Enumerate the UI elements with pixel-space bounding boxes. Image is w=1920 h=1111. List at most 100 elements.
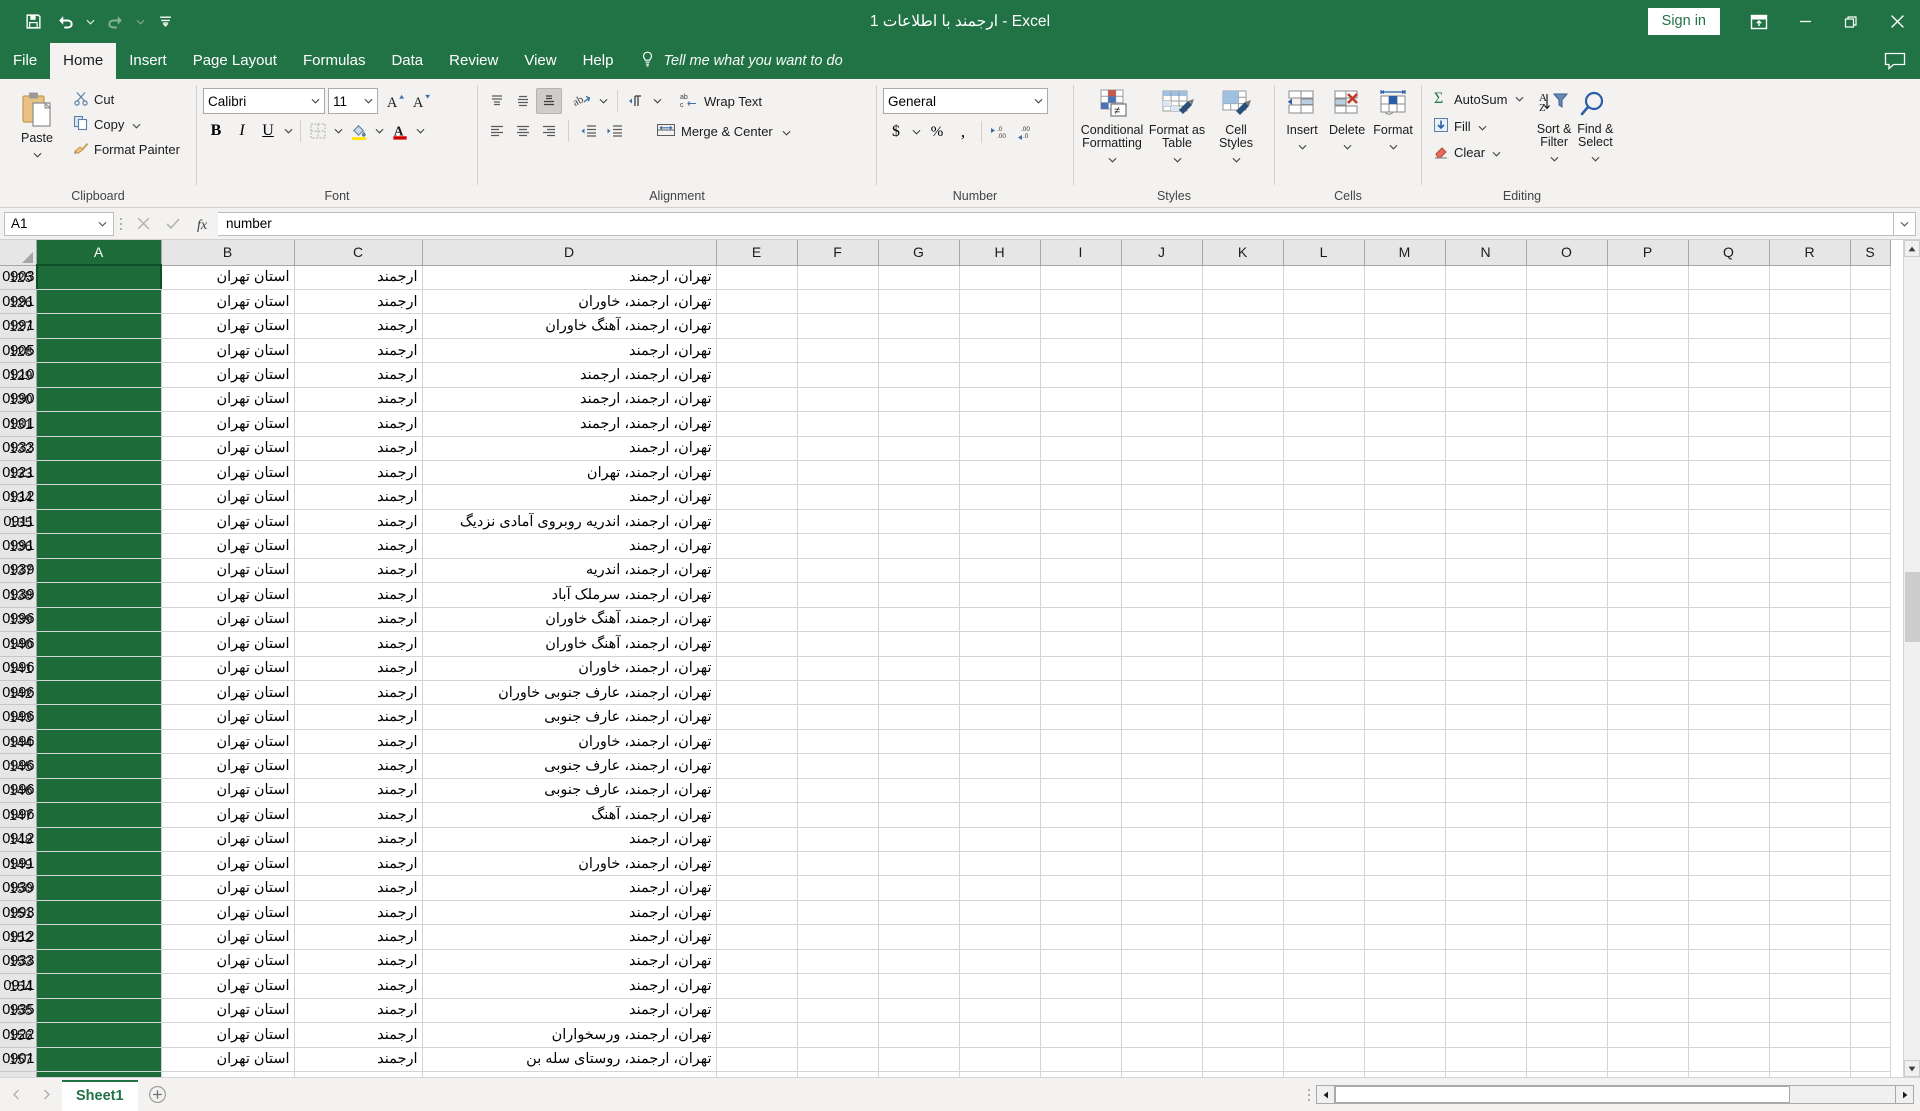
cell-o[interactable] — [1526, 484, 1608, 510]
cell-j[interactable] — [1121, 778, 1203, 804]
cell-o[interactable] — [1526, 851, 1608, 877]
cell-p[interactable] — [1607, 387, 1689, 413]
cut-button[interactable]: Cut — [68, 87, 185, 111]
cell-o[interactable] — [1526, 753, 1608, 779]
chevron-down-icon[interactable] — [782, 124, 791, 139]
cell-b[interactable]: استان تهران — [161, 680, 295, 706]
cell-k[interactable] — [1202, 411, 1284, 437]
cell-j[interactable] — [1121, 265, 1203, 290]
cell-p[interactable] — [1607, 973, 1689, 999]
cell-m[interactable] — [1364, 998, 1446, 1024]
cell-p[interactable] — [1607, 265, 1689, 290]
cell-l[interactable] — [1283, 289, 1365, 315]
text-direction-button[interactable] — [624, 88, 650, 114]
cell-e[interactable] — [716, 827, 798, 853]
cell-b[interactable]: استان تهران — [161, 387, 295, 413]
tab-file[interactable]: File — [0, 43, 50, 79]
text-direction-dropdown-icon[interactable] — [650, 88, 665, 114]
table-row[interactable]: 151 0993 استان تهران ارجمند تهران، ارجمند — [0, 900, 1891, 926]
cell-d[interactable]: تهران، ارجمند، خاوران — [422, 729, 717, 755]
cell-m[interactable] — [1364, 656, 1446, 681]
column-header-j[interactable]: J — [1121, 240, 1203, 266]
cell-s[interactable] — [1850, 680, 1891, 706]
cell-f[interactable] — [797, 582, 879, 608]
column-header-c[interactable]: C — [294, 240, 423, 266]
cell-h[interactable] — [959, 1047, 1041, 1072]
cell-l[interactable] — [1283, 802, 1365, 828]
cell-o[interactable] — [1526, 1022, 1608, 1048]
cell-q[interactable] — [1688, 680, 1770, 706]
cell-k[interactable] — [1202, 533, 1284, 559]
cell-a[interactable]: 0921 — [2, 460, 162, 486]
cell-o[interactable] — [1526, 607, 1608, 633]
cell-a[interactable]: 0912 — [2, 924, 162, 950]
cell-p[interactable] — [1607, 289, 1689, 315]
cell-d[interactable]: تهران، ارجمند، خاوران — [422, 656, 717, 681]
table-row[interactable]: 142 0996 استان تهران ارجمند تهران، ارجمند، ع… — [0, 680, 1891, 706]
cell-h[interactable] — [959, 875, 1041, 901]
cell-q[interactable] — [1688, 1047, 1770, 1072]
column-header-p[interactable]: P — [1607, 240, 1689, 266]
cell-j[interactable] — [1121, 851, 1203, 877]
cell-k[interactable] — [1202, 729, 1284, 755]
cell-r[interactable] — [1769, 338, 1851, 364]
cell-s[interactable] — [1850, 802, 1891, 828]
bold-button[interactable]: B — [203, 118, 229, 144]
cell-o[interactable] — [1526, 362, 1608, 388]
sort-filter-button[interactable]: AZ Sort & Filter — [1533, 86, 1574, 165]
scroll-left-arrow[interactable] — [1316, 1085, 1335, 1104]
cell-f[interactable] — [797, 289, 879, 315]
cell-s[interactable] — [1850, 533, 1891, 559]
cell-styles-button[interactable]: Cell Styles — [1210, 85, 1262, 166]
table-row[interactable]: 129 0910 استان تهران ارجمند تهران، ارجمند، ا… — [0, 362, 1891, 388]
minimize-icon[interactable] — [1782, 0, 1828, 43]
increase-decimal-button[interactable]: .0.00 — [987, 119, 1013, 145]
cell-g[interactable] — [878, 460, 960, 486]
cell-m[interactable] — [1364, 411, 1446, 437]
cell-h[interactable] — [959, 484, 1041, 510]
cell-d[interactable]: تهران، ارجمند — [422, 900, 717, 926]
cell-s[interactable] — [1850, 607, 1891, 633]
table-row[interactable]: 128 0905 استان تهران ارجمند تهران، ارجمند — [0, 338, 1891, 364]
cell-b[interactable]: استان تهران — [161, 411, 295, 437]
cell-q[interactable] — [1688, 533, 1770, 559]
cell-l[interactable] — [1283, 729, 1365, 755]
cell-f[interactable] — [797, 704, 879, 730]
cell-i[interactable] — [1040, 265, 1122, 290]
cell-j[interactable] — [1121, 338, 1203, 364]
cell-k[interactable] — [1202, 998, 1284, 1024]
cell-e[interactable] — [716, 973, 798, 999]
cell-i[interactable] — [1040, 533, 1122, 559]
cell-b[interactable]: استان تهران — [161, 802, 295, 828]
cell-c[interactable]: ارجمند — [294, 656, 423, 681]
cell-p[interactable] — [1607, 509, 1689, 535]
column-header-k[interactable]: K — [1202, 240, 1284, 266]
cell-h[interactable] — [959, 558, 1041, 584]
cell-k[interactable] — [1202, 460, 1284, 486]
cell-d[interactable]: تهران، ارجمند — [422, 827, 717, 853]
cell-s[interactable] — [1850, 949, 1891, 975]
cell-j[interactable] — [1121, 558, 1203, 584]
column-header-l[interactable]: L — [1283, 240, 1365, 266]
cell-l[interactable] — [1283, 973, 1365, 999]
cell-i[interactable] — [1040, 411, 1122, 437]
cell-s[interactable] — [1850, 265, 1891, 290]
cell-n[interactable] — [1445, 949, 1527, 975]
cell-i[interactable] — [1040, 582, 1122, 608]
cell-s[interactable] — [1850, 851, 1891, 877]
cell-k[interactable] — [1202, 484, 1284, 510]
cell-m[interactable] — [1364, 558, 1446, 584]
cell-k[interactable] — [1202, 509, 1284, 535]
vertical-scroll-thumb[interactable] — [1905, 572, 1920, 642]
cell-l[interactable] — [1283, 313, 1365, 339]
cell-n[interactable] — [1445, 313, 1527, 339]
format-painter-button[interactable]: Format Painter — [68, 137, 185, 161]
cell-f[interactable] — [797, 827, 879, 853]
cell-i[interactable] — [1040, 460, 1122, 486]
restore-icon[interactable] — [1828, 0, 1874, 43]
cell-j[interactable] — [1121, 827, 1203, 853]
cell-a[interactable]: 0991 — [2, 851, 162, 877]
cell-c[interactable]: ارجمند — [294, 949, 423, 975]
tab-formulas[interactable]: Formulas — [290, 43, 379, 79]
cell-e[interactable] — [716, 509, 798, 535]
